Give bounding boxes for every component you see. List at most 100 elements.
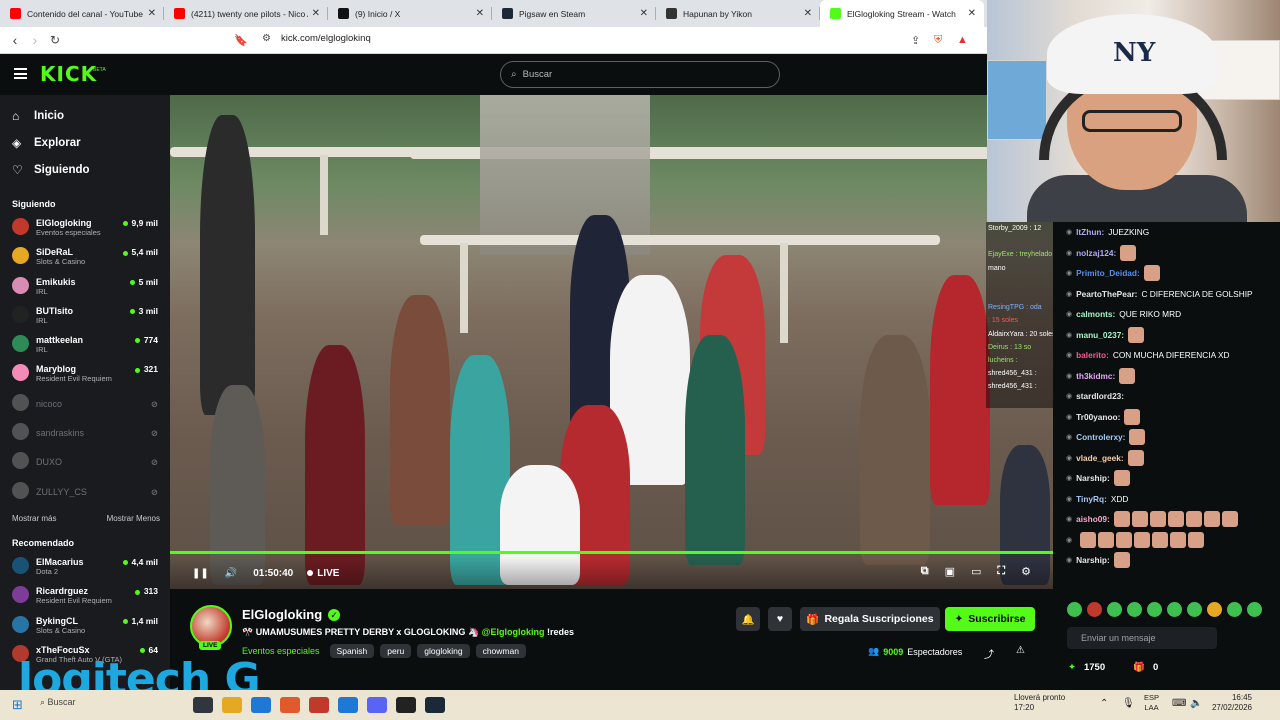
back-icon[interactable]: ‹ bbox=[5, 32, 25, 48]
clip-icon[interactable]: ▣ bbox=[945, 565, 955, 578]
live-indicator[interactable]: LIVE bbox=[307, 568, 339, 579]
close-tab-icon[interactable]: ✕ bbox=[476, 8, 484, 19]
chat-username[interactable]: Narship: bbox=[1076, 555, 1110, 565]
site-settings-icon[interactable]: ⚙ bbox=[262, 33, 271, 44]
file-explorer-icon[interactable] bbox=[222, 697, 242, 713]
settings-icon[interactable]: ⚙ bbox=[1021, 565, 1031, 578]
chat-username[interactable]: nolzaj124: bbox=[1076, 248, 1116, 258]
task-view-icon[interactable] bbox=[193, 697, 213, 713]
volume-icon[interactable]: 🔊 bbox=[225, 568, 237, 579]
sidebar-channel[interactable]: ElMacarius Dota 2 4,4 mil bbox=[0, 552, 170, 581]
sidebar-nav-siguiendo[interactable]: ♡ Siguiendo bbox=[0, 156, 170, 183]
points-icon[interactable]: ✦ bbox=[1068, 662, 1076, 673]
browser-tab[interactable]: (4211) twenty one pilots - Nico And The … bbox=[164, 0, 328, 27]
emote-icon[interactable] bbox=[1207, 602, 1222, 617]
chat-username[interactable]: ItZhun: bbox=[1076, 227, 1104, 237]
chat-username[interactable]: PeartoThePear: bbox=[1076, 289, 1137, 299]
sidebar-channel-offline[interactable]: sandraskins ⊘ bbox=[0, 418, 170, 447]
sidebar-channel[interactable]: BykingCL Slots & Casino 1,4 mil bbox=[0, 611, 170, 640]
notifications-button[interactable]: 🔔 bbox=[736, 607, 760, 631]
tag[interactable]: glogloking bbox=[417, 644, 470, 658]
share-icon[interactable]: ⤴ bbox=[984, 646, 994, 661]
kick-logo[interactable]: KICK bbox=[40, 62, 97, 86]
show-more-button[interactable]: Mostrar más bbox=[12, 506, 56, 532]
sidebar-channel[interactable]: Maryblog Resident Evil Requiem 321 bbox=[0, 359, 170, 388]
emote-icon[interactable] bbox=[1227, 602, 1242, 617]
chat-username[interactable]: Narship: bbox=[1076, 473, 1110, 483]
chat-username[interactable]: Primito_Deidad: bbox=[1076, 268, 1140, 278]
windows-start-icon[interactable]: ⊞ bbox=[12, 697, 23, 713]
language-indicator[interactable]: ESP LAA bbox=[1144, 693, 1159, 713]
sidebar-channel[interactable]: BUTIsito IRL 3 mil bbox=[0, 301, 170, 330]
close-tab-icon[interactable]: ✕ bbox=[968, 8, 976, 19]
report-icon[interactable]: ⚠ bbox=[1016, 645, 1025, 656]
close-tab-icon[interactable]: ✕ bbox=[312, 8, 320, 19]
obs-icon[interactable] bbox=[396, 697, 416, 713]
emote-icon[interactable] bbox=[1107, 602, 1122, 617]
sidebar-channel[interactable]: mattkeelan IRL 774 bbox=[0, 330, 170, 359]
calculator-icon[interactable] bbox=[251, 697, 271, 713]
follow-button[interactable]: ♥ bbox=[768, 607, 792, 631]
chat-username[interactable]: aisho09: bbox=[1076, 514, 1110, 524]
bookmark-icon[interactable]: 🔖 bbox=[231, 34, 251, 47]
close-tab-icon[interactable]: ✕ bbox=[148, 8, 156, 19]
chat-username[interactable]: calmonts: bbox=[1076, 309, 1115, 319]
sidebar-channel-offline[interactable]: nicoco ⊘ bbox=[0, 389, 170, 418]
chat-username[interactable]: balerito: bbox=[1076, 350, 1109, 360]
share-page-icon[interactable]: ⇪ bbox=[911, 34, 920, 47]
emote-icon[interactable] bbox=[1087, 602, 1102, 617]
browser-tab[interactable]: ElGlogloking Stream - Watch ✕ bbox=[820, 0, 984, 27]
weather-widget[interactable]: Lloverá pronto 17:20 bbox=[1014, 693, 1065, 713]
chat-username[interactable]: TinyRq: bbox=[1076, 494, 1107, 504]
brave-icon[interactable] bbox=[280, 697, 300, 713]
sidebar-channel-offline[interactable]: DUXO ⊘ bbox=[0, 447, 170, 476]
search-input[interactable]: ⌕ Buscar bbox=[500, 61, 780, 88]
sidebar-channel[interactable]: SiDeRaL Slots & Casino 5,4 mil bbox=[0, 242, 170, 271]
reload-icon[interactable]: ↻ bbox=[45, 33, 65, 47]
taskbar-search[interactable]: ⌕ Buscar bbox=[40, 697, 76, 708]
emote-icon[interactable] bbox=[1147, 602, 1162, 617]
drops-icon[interactable]: 🎁 bbox=[1133, 662, 1145, 673]
fullscreen-icon[interactable]: ⛶ bbox=[997, 565, 1005, 578]
emote-icon[interactable] bbox=[1187, 602, 1202, 617]
sidebar-channel[interactable]: Emikukis IRL 5 mil bbox=[0, 272, 170, 301]
tag[interactable]: chowman bbox=[475, 644, 526, 658]
app-icon[interactable] bbox=[309, 697, 329, 713]
steam-icon[interactable] bbox=[425, 697, 445, 713]
pause-icon[interactable]: ❚❚ bbox=[192, 568, 209, 579]
url-field[interactable]: ⚙ kick.com/elgloglokinq bbox=[262, 33, 371, 44]
brave-shield-icon[interactable]: ⛨ bbox=[934, 34, 942, 47]
emote-icon[interactable] bbox=[1167, 602, 1182, 617]
menu-icon[interactable] bbox=[14, 68, 27, 79]
sidebar-channel[interactable]: ElGlogloking Eventos especiales 9,9 mil bbox=[0, 213, 170, 242]
theater-icon[interactable]: ▭ bbox=[971, 565, 981, 578]
browser-tab[interactable]: (9) Inicio / X ✕ bbox=[328, 0, 492, 27]
video-player[interactable]: BO ❚❚ 🔊 01:50:40 LIVE ⧉ ▣ ▭ ⛶ ⚙ bbox=[170, 95, 1053, 589]
word-icon[interactable] bbox=[338, 697, 358, 713]
mic-icon[interactable]: 🎙 bbox=[1122, 698, 1135, 709]
show-less-button[interactable]: Mostrar Menos bbox=[107, 506, 160, 532]
channel-name[interactable]: ElGlogloking bbox=[242, 607, 322, 622]
chat-username[interactable]: Tr00yanoo: bbox=[1076, 412, 1120, 422]
close-tab-icon[interactable]: ✕ bbox=[804, 8, 812, 19]
title-mention[interactable]: @Elglogloking bbox=[482, 627, 545, 637]
subscribe-button[interactable]: ✦ Suscribirse bbox=[945, 607, 1035, 631]
pip-icon[interactable]: ⧉ bbox=[921, 565, 929, 578]
emote-icon[interactable] bbox=[1067, 602, 1082, 617]
tray-expand-icon[interactable]: ⌃ bbox=[1100, 698, 1108, 709]
browser-tab[interactable]: Hapunan by Yikon ✕ bbox=[656, 0, 820, 27]
chat-input[interactable]: Enviar un mensaje bbox=[1067, 627, 1217, 649]
chat-username[interactable]: manu_0237: bbox=[1076, 330, 1124, 340]
close-tab-icon[interactable]: ✕ bbox=[640, 8, 648, 19]
sidebar-channel-offline[interactable]: ZULLYY_CS ⊘ bbox=[0, 477, 170, 506]
clock[interactable]: 16:45 27/02/2026 bbox=[1206, 693, 1252, 713]
network-icon[interactable]: ⌨ bbox=[1172, 698, 1186, 709]
gift-subs-button[interactable]: 🎁 Regala Suscripciones bbox=[800, 607, 940, 631]
brave-rewards-icon[interactable]: ▲ bbox=[957, 34, 968, 46]
browser-tab[interactable]: Contenido del canal - YouTube Studio ✕ bbox=[0, 0, 164, 27]
forward-icon[interactable]: › bbox=[25, 32, 45, 48]
chat-username[interactable]: stardlord23: bbox=[1076, 391, 1124, 401]
tag[interactable]: peru bbox=[380, 644, 412, 658]
sidebar-channel[interactable]: Ricardrguez Resident Evil Requiem 313 bbox=[0, 581, 170, 610]
chat-username[interactable]: Controlerxy: bbox=[1076, 432, 1125, 442]
